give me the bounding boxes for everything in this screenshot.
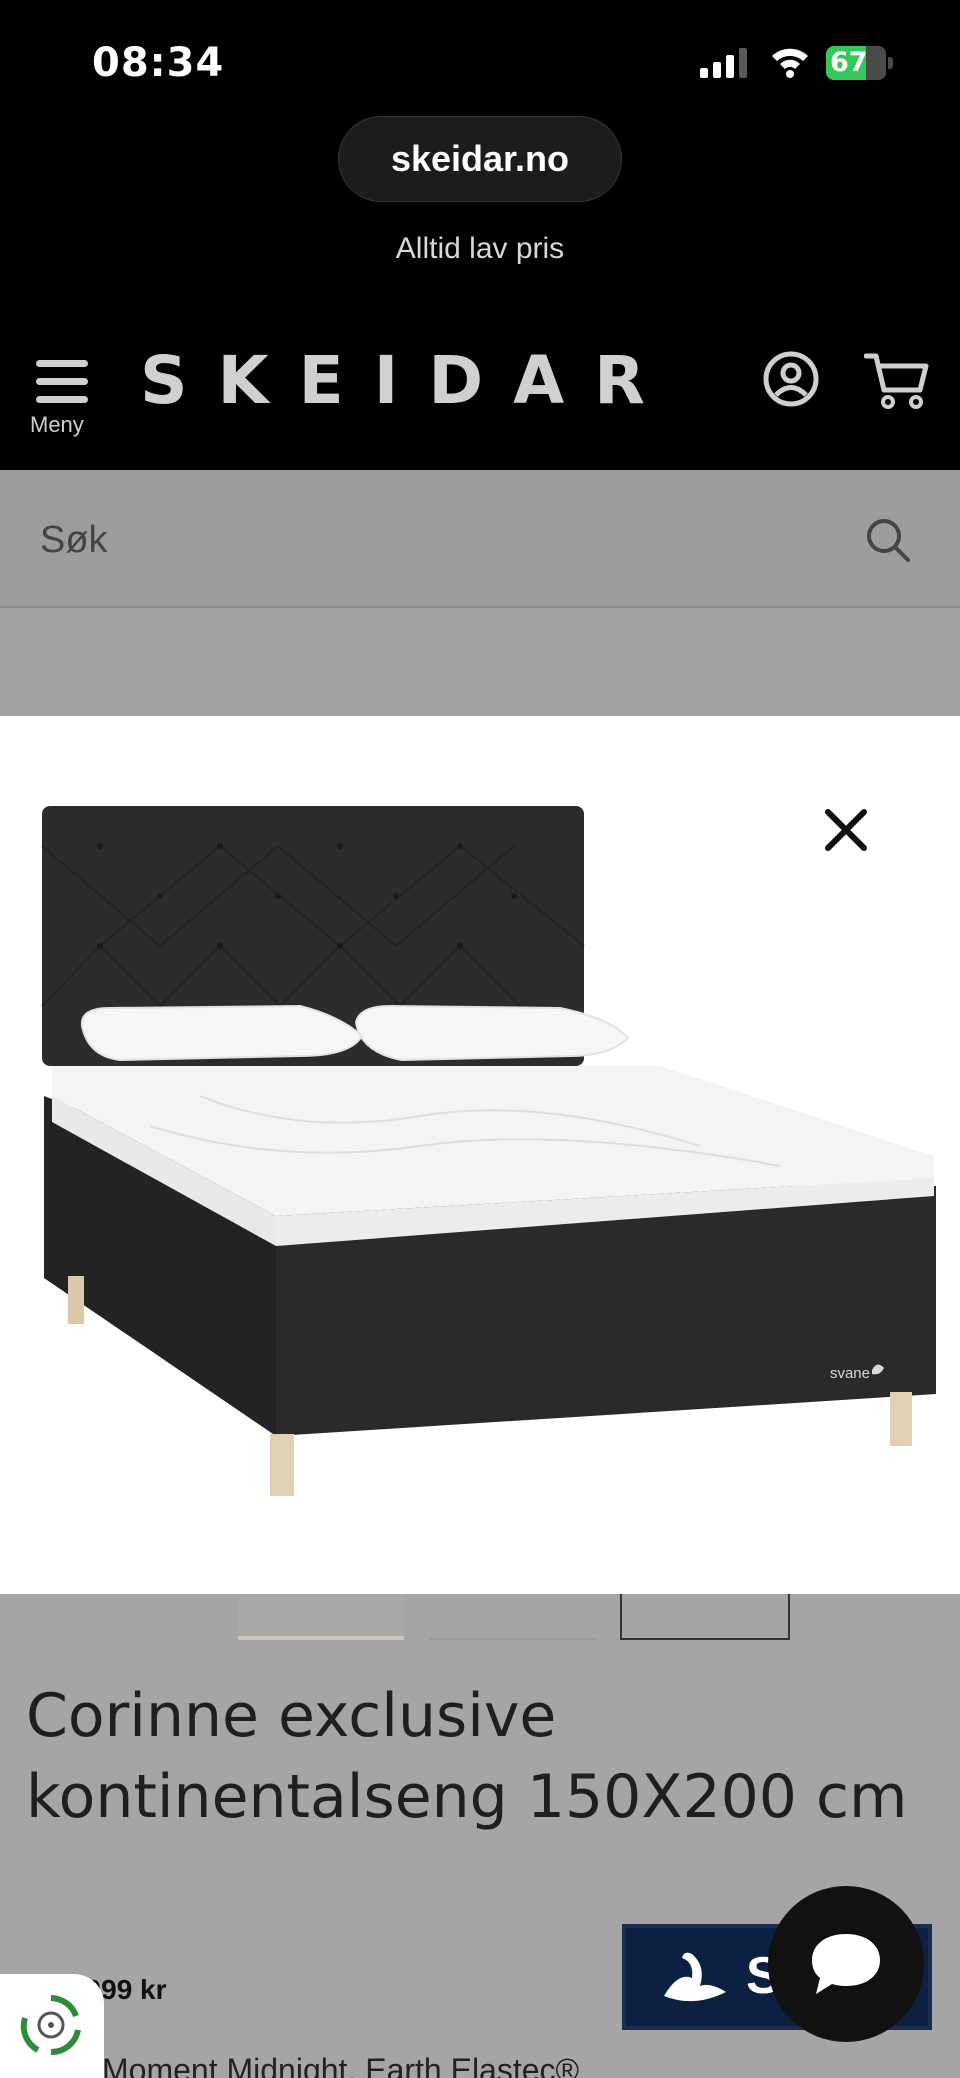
close-icon[interactable] (820, 804, 872, 856)
battery-indicator: 67 (826, 46, 893, 80)
thumbnail-strip (0, 1594, 960, 1642)
cellular-signal-icon (700, 48, 747, 78)
menu-button[interactable]: Meny (30, 356, 94, 446)
recycle-arrows-icon (20, 1995, 81, 2056)
image-brand-mark: svane (830, 1365, 870, 1382)
status-bar: 08:34 67 (0, 0, 960, 110)
chat-button[interactable] (768, 1886, 924, 2042)
site-logo[interactable]: SKEIDAR (140, 342, 675, 419)
battery-percent: 67 (830, 47, 868, 78)
hamburger-icon (36, 360, 88, 404)
status-time: 08:34 (92, 40, 225, 86)
thumbnail[interactable] (430, 1594, 596, 1640)
product-image: svane (41, 806, 936, 1496)
chat-bubble-icon (812, 1934, 880, 1994)
site-tagline: Alltid lav pris (395, 232, 565, 265)
thumbnail[interactable] (238, 1594, 404, 1640)
search-input[interactable] (40, 510, 840, 570)
recycle-icon[interactable] (0, 1974, 104, 2078)
site-header: Meny SKEIDAR (0, 320, 960, 470)
search-bar (0, 470, 960, 606)
url-bar[interactable]: skeidar.no (338, 116, 622, 202)
wifi-icon (772, 48, 808, 78)
menu-label: Meny (30, 412, 84, 437)
page-overlay-band (0, 606, 960, 716)
product-variant: til Moment Midnight, Earth Elastec® (70, 2052, 580, 2078)
image-modal: svane (0, 716, 960, 1594)
user-circle-icon[interactable] (762, 350, 820, 408)
thumbnail-selected[interactable] (620, 1594, 790, 1640)
search-icon[interactable] (864, 516, 912, 564)
swan-logo-icon (664, 1952, 726, 2002)
product-title: Corinne exclusive kontinentalseng 150X20… (26, 1681, 908, 1832)
cart-icon[interactable] (864, 350, 930, 410)
